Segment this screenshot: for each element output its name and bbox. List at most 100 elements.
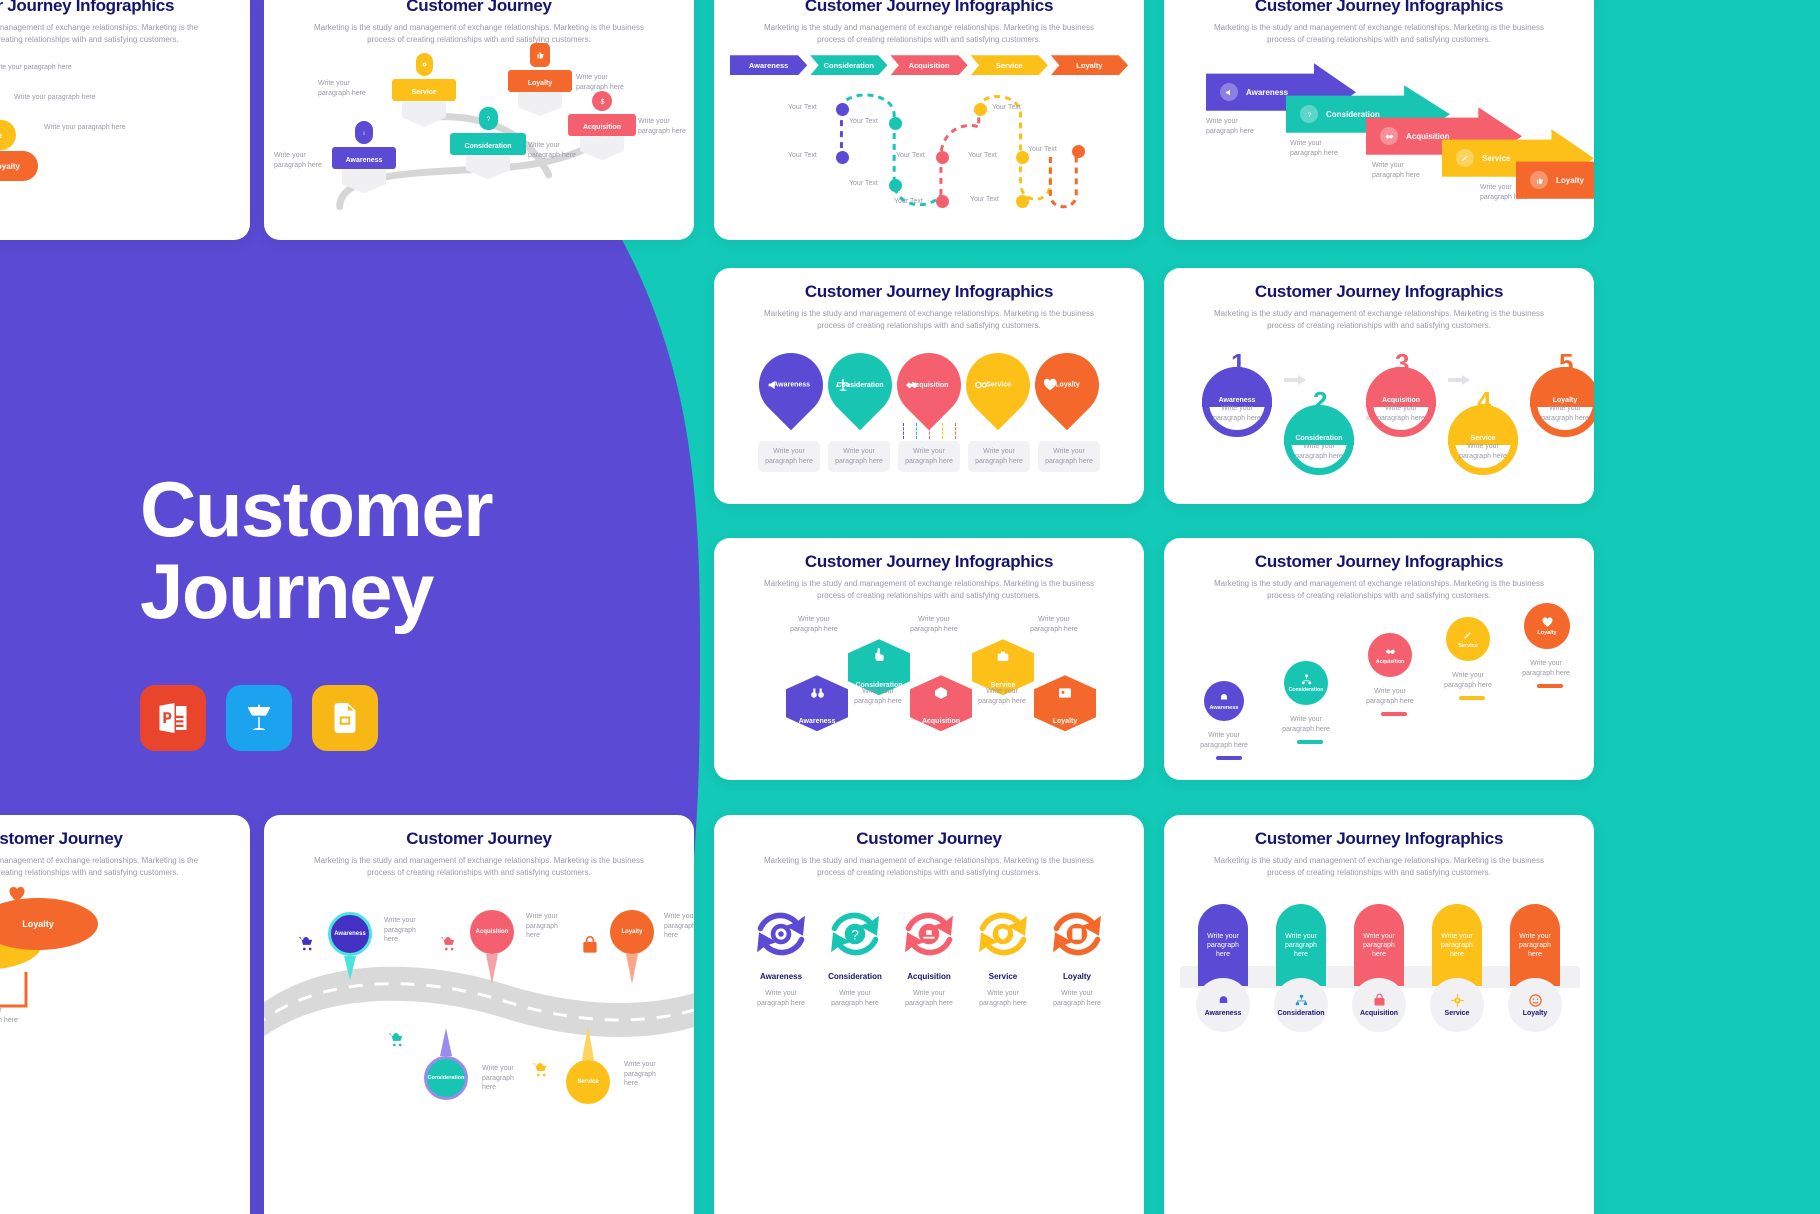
pill-consideration[interactable]: Write your paragraph here Consideration [1274,904,1328,1033]
circle-service[interactable]: Service [1446,617,1490,662]
note-text: Write your paragraph here [664,913,694,940]
chevron-service[interactable]: Service [970,55,1048,76]
binoculars-icon [810,688,824,698]
svg-text:$: $ [600,98,604,105]
note-text: Write your paragraph here [1366,688,1414,705]
stage-label: Service [1444,1010,1470,1018]
shield-check-icon [979,912,1027,956]
gear-icon [1450,994,1464,1007]
chevron-acquisition[interactable]: Acquisition [890,55,968,76]
thumbs-up-icon [537,51,544,59]
user-card-icon [1059,688,1071,698]
stage-label: Service [1458,643,1478,650]
pill-service[interactable]: Write your paragraph here Service [1430,904,1484,1033]
stage-label: Consideration [464,143,512,151]
card-subtitle: Marketing is the study and management of… [764,856,1094,877]
pill-loyalty[interactable]: Write your paragraph here Loyalty [1508,904,1562,1033]
ring-loyalty[interactable]: Loyalty 5 Write your paragraph here [1530,348,1594,438]
wrench-icon [1463,632,1471,639]
slide-card-numbered-rings[interactable]: Customer Journey Infographics Marketing … [1164,268,1594,504]
ring-awareness[interactable]: Awareness 1 Write your paragraph here [1202,348,1272,438]
leaf-awareness[interactable]: Awareness [745,339,837,431]
google-slides-icon[interactable] [312,684,378,751]
chevron-label: Awareness [748,60,789,70]
stage-label: Acquisition [1359,1010,1399,1018]
step-number: 3 [1395,348,1410,379]
leaf-loyalty[interactable]: Loyalty [1021,339,1113,431]
slide-card-chevron-wave[interactable]: Customer Journey Infographics Marketing … [714,0,1144,240]
chevron-consideration[interactable]: Consideration [810,55,888,76]
chevron-awareness[interactable]: Awareness [730,55,808,76]
cycle-acquisition[interactable]: Acquisition Write your paragraph here [900,906,958,1008]
pin-consideration[interactable]: Consideration [424,1056,468,1101]
stage-label: Loyalty [1052,718,1078,726]
question-icon: ? [486,116,490,123]
slide-card-winding-pins[interactable]: Customer Journey Marketing is the study … [264,0,694,240]
hero-title-line-1: Customer [140,465,494,554]
note-text: Write your paragraph here [1444,672,1492,689]
hex-loyalty[interactable]: Loyalty [1034,675,1096,732]
circle-acquisition[interactable]: Acquisition [1368,633,1412,678]
stage-label: Loyalty [1537,630,1557,637]
card-title: Customer Journey Infographics [0,0,175,15]
slide-card-big-arrows[interactable]: Customer Journey Infographics Marketing … [1164,0,1594,240]
note-text: Write your paragraph here [274,152,322,169]
note-text: Write your paragraph here [1522,660,1570,677]
stage-label: Acquisition [1381,397,1421,405]
stage-label: Loyalty [1552,397,1578,405]
circle-loyalty[interactable]: Loyalty [1524,603,1570,650]
chevron-label: Loyalty [1076,60,1103,70]
slide-card-circle-steps[interactable]: Customer Journey Infographics Marketing … [1164,538,1594,780]
cycle-consideration[interactable]: ? Consideration Write your paragraph her… [826,906,884,1008]
circle-awareness[interactable]: Awareness [1204,681,1244,722]
card-subtitle: Marketing is the study and management of… [1214,856,1544,877]
note-text: Write your paragraph here [910,616,958,633]
network-icon [1301,674,1311,685]
cycle-service[interactable]: Service Write your paragraph here [974,906,1032,1008]
card-title: Customer Journey Infographics [1254,552,1504,571]
ring-service[interactable]: Service 4 Write your paragraph here [1448,386,1518,476]
slide-card-rounded-bars[interactable]: Customer Journey Infographics Marketing … [0,0,250,240]
note-text: Write your paragraph here [638,118,686,135]
stage-label: Consideration [1295,435,1343,443]
dollar-icon: $ [600,98,604,105]
note-text: Write your paragraph here [14,94,96,102]
ring-consideration[interactable]: Consideration 2 Write your paragraph her… [1284,386,1354,476]
network-icon [1295,995,1307,1006]
note-text: Write your paragraph here [0,1007,18,1024]
chevron-loyalty[interactable]: Loyalty [1050,55,1129,76]
stage-label: Consideration [1326,109,1380,119]
pill-acquisition[interactable]: Write your paragraph here Acquisition [1352,904,1406,1033]
box-icon [935,687,947,700]
cycle-awareness[interactable]: Awareness Write your paragraph here [752,906,810,1008]
node-label: Your Text [992,104,1021,112]
leaf-service[interactable]: Service [952,339,1044,431]
stage-label: Consideration [828,972,882,982]
circle-consideration[interactable]: Consideration [1284,661,1328,706]
slide-card-leaf-chain[interactable]: Customer Journey Infographics Marketing … [714,268,1144,504]
slide-card-cycle-arrows[interactable]: Customer Journey Marketing is the study … [714,815,1144,1214]
leaf-acquisition[interactable]: Acquisition [883,339,975,431]
note-text: Write your paragraph here [1038,441,1100,473]
ring-acquisition[interactable]: Acquisition 3 Write your paragraph here [1366,348,1436,438]
note-text: Write your paragraph here [1459,443,1507,460]
pin-service[interactable]: Service [566,1060,610,1105]
powerpoint-icon[interactable] [140,684,206,751]
note-text: Write your paragraph here [854,688,902,705]
slide-card-pills[interactable]: Customer Journey Infographics Marketing … [1164,815,1594,1214]
leaf-consideration[interactable]: Consideration [814,339,906,431]
hex-awareness[interactable]: Awareness [786,675,848,732]
svg-text:?: ? [1307,111,1311,118]
cycle-loyalty[interactable]: Loyalty Write your paragraph here [1048,906,1106,1008]
keynote-icon[interactable] [226,684,292,751]
slide-card-hex-puzzle[interactable]: Customer Journey Infographics Marketing … [714,538,1144,780]
arrow-right-icon [1284,375,1306,386]
note-text: Write your paragraph here [624,1061,656,1088]
arrow-right-icon [1448,375,1470,386]
hex-acquisition[interactable]: Acquisition [910,675,972,732]
pill-awareness[interactable]: Write your paragraph here Awareness [1196,904,1250,1033]
question-icon: ? [1307,111,1311,118]
note-text: Write your paragraph here [1206,118,1254,135]
card-title: Customer Journey [406,0,552,15]
stage-label: Service [1482,153,1511,163]
